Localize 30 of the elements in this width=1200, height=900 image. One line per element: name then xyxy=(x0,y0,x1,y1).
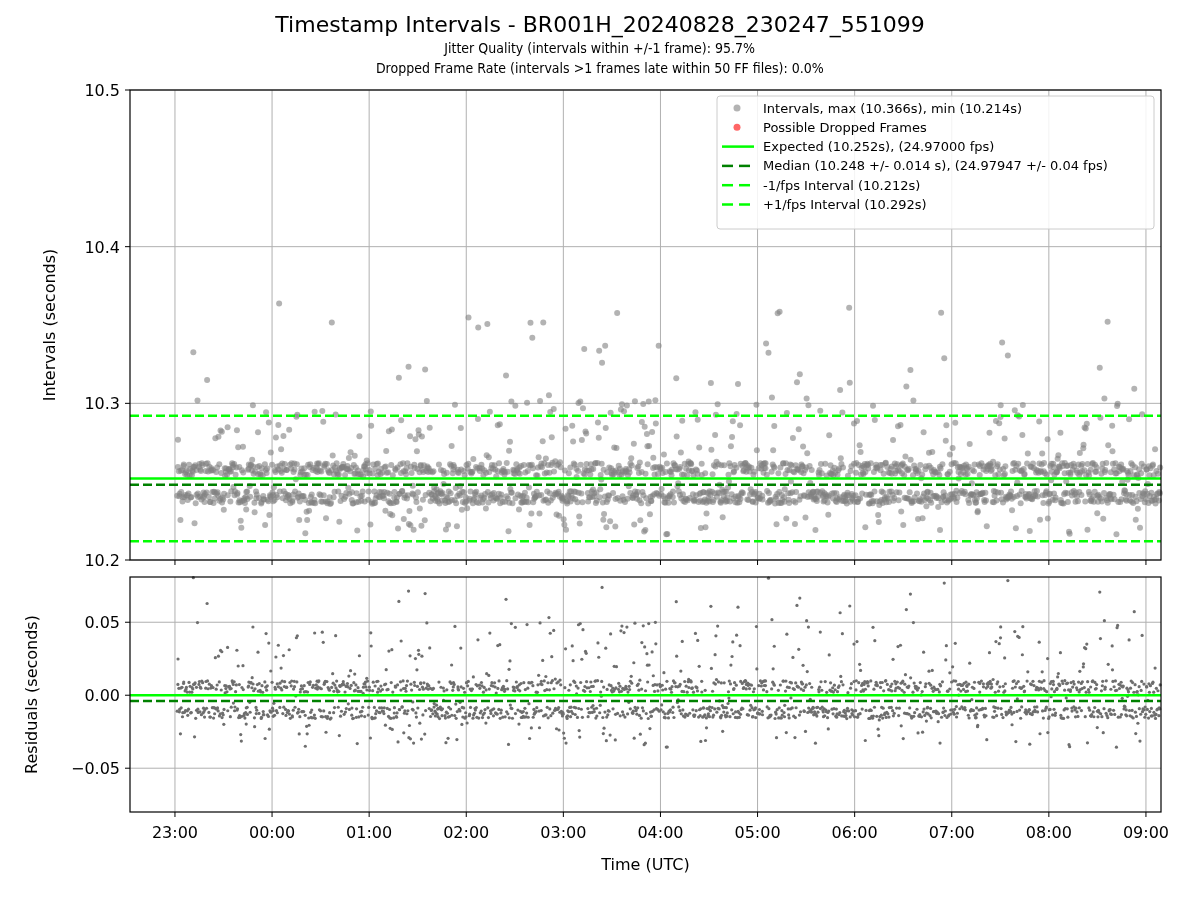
tick-label: 10.3 xyxy=(84,394,120,414)
chart-title: Timestamp Intervals - BR001H_20240828_230247_551099 xyxy=(275,12,925,38)
tick-label: 00:00 xyxy=(249,823,296,842)
axis-label: Time (UTC) xyxy=(601,855,690,874)
tick-label: 08:00 xyxy=(1025,823,1072,842)
tick-label: 03:00 xyxy=(540,823,587,842)
tick-label: 10.5 xyxy=(84,81,120,100)
axis-label: Intervals (seconds) xyxy=(40,248,59,402)
tick-label: −0.05 xyxy=(70,759,120,779)
tick-label: 05:00 xyxy=(734,823,781,842)
tick-label: 0.00 xyxy=(84,686,120,706)
axis-label: Residuals (seconds) xyxy=(22,615,41,774)
tick-label: 02:00 xyxy=(443,823,490,842)
tick-label: 04:00 xyxy=(637,823,684,842)
tick-label: 23:00 xyxy=(151,823,198,842)
legend-label: Expected (10.252s), (24.97000 fps) xyxy=(763,139,995,155)
legend-label: +1/fps Interval (10.292s) xyxy=(763,197,927,212)
legend-label: Median (10.248 +/- 0.014 s), (24.97947 +/- 0.04 fps) xyxy=(763,158,1108,174)
chart-subtitle: Dropped Frame Rate (intervals >1 frames late within 50 FF files): 0.0% xyxy=(376,59,824,78)
tick-label: 10.4 xyxy=(84,237,120,257)
tick-label: 06:00 xyxy=(831,823,878,842)
legend-label: -1/fps Interval (10.212s) xyxy=(763,177,921,193)
tick-label: 0.05 xyxy=(84,613,120,633)
tick-label: 07:00 xyxy=(928,823,975,842)
tick-label: 01:00 xyxy=(346,823,393,842)
legend-label: Intervals, max (10.366s), min (10.214s) xyxy=(763,100,1022,116)
tick-label: 09:00 xyxy=(1122,823,1169,842)
legend-label: Possible Dropped Frames xyxy=(763,119,927,135)
chart-subtitle: Jitter Quality (intervals within +/-1 frame): 95.7% xyxy=(444,39,756,58)
tick-label: 10.2 xyxy=(84,551,120,568)
